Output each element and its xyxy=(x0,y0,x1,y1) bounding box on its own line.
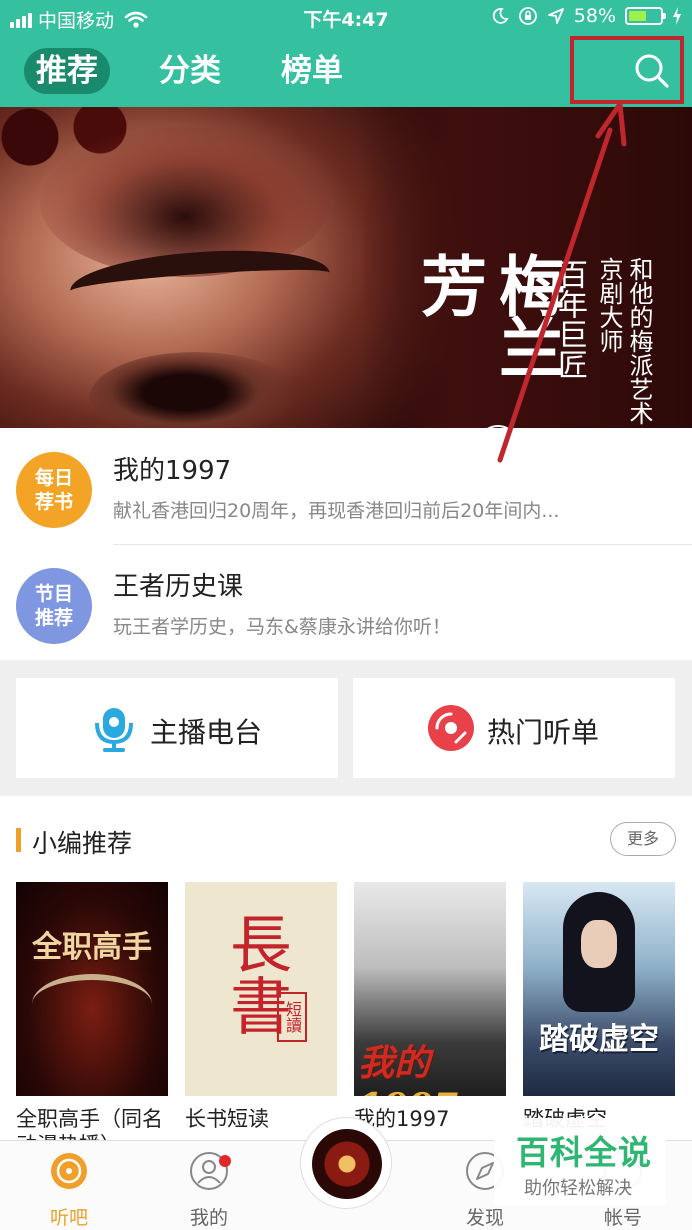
tabbar-label: 听吧 xyxy=(49,1207,88,1229)
location-icon xyxy=(547,8,564,24)
tab-category[interactable]: 分类 xyxy=(147,48,233,94)
hot-playlist-button[interactable]: 热门听单 xyxy=(353,678,675,778)
cover-title: 我的 1997 xyxy=(358,1034,506,1096)
banner-title: 梅兰芳 xyxy=(410,252,566,376)
battery-icon xyxy=(625,7,666,25)
recommend-list: 每日 荐书 我的1997 献礼香港回归20周年，再现香港回归前后20年间内...… xyxy=(0,428,692,660)
book-card[interactable]: 長書 短讀 长书短读 xyxy=(185,882,337,1132)
disc-icon xyxy=(428,705,474,751)
moon-icon xyxy=(492,8,509,24)
list-item-desc: 玩王者学历史，马东&蔡康永讲给你听！ xyxy=(113,616,451,638)
cover-title-b: 1997 xyxy=(358,1086,458,1096)
section-accent-bar xyxy=(16,828,21,852)
watermark-title: 百科全说 xyxy=(516,1133,652,1172)
anchor-radio-label: 主播电台 xyxy=(150,716,263,749)
battery-percent: 58% xyxy=(573,5,616,27)
tabbar-label: 帐号 xyxy=(603,1207,642,1229)
book-card[interactable]: 踏破虚空 踏破虚空 xyxy=(523,882,675,1132)
rotation-lock-icon xyxy=(518,7,537,25)
section-title: 小编推荐 xyxy=(32,829,133,858)
charging-icon xyxy=(673,7,681,25)
cover-stamp: 短讀 xyxy=(277,992,307,1042)
book-card[interactable]: 我的 1997 我的 1997 xyxy=(354,882,506,1132)
book-card[interactable]: 全职高手 全职高手（同名动漫热播） xyxy=(16,882,168,1140)
banner-carousel[interactable]: 梅兰芳 诞辰 百年巨匠 京剧大师 和他的梅派艺术 专题 xyxy=(0,107,692,428)
now-playing-button[interactable] xyxy=(300,1117,392,1209)
battery-level-fill xyxy=(629,11,647,21)
tabbar-item-mine[interactable]: 我的 xyxy=(164,1151,254,1230)
banner-subtitle-3: 和他的梅派艺术 xyxy=(625,257,653,425)
book-cover: 我的 1997 xyxy=(354,882,506,1096)
list-item-desc: 献礼香港回归20周年，再现香港回归前后20年间内... xyxy=(113,500,560,522)
tabbar-item-listen[interactable]: 听吧 xyxy=(24,1151,114,1230)
status-right: 58% xyxy=(491,5,682,27)
watermark-subtitle: 助你轻松解决 xyxy=(524,1178,632,1199)
cover-title: 全职高手 xyxy=(32,930,152,965)
microphone-icon xyxy=(95,708,133,752)
book-cover: 踏破虚空 xyxy=(523,882,675,1096)
book-cover: 全职高手 xyxy=(16,882,168,1096)
badge-line-2: 荐书 xyxy=(34,491,73,513)
cover-character-face xyxy=(581,920,617,968)
tab-ranking[interactable]: 榜单 xyxy=(269,48,355,94)
notification-dot xyxy=(219,1155,231,1167)
list-item-title: 我的1997 xyxy=(113,456,232,486)
cover-title-a: 我的 xyxy=(358,1042,431,1084)
headphone-disc-icon xyxy=(51,1153,87,1189)
more-button[interactable]: 更多 xyxy=(610,822,676,856)
book-title: 全职高手（同名动漫热播） xyxy=(16,1107,163,1140)
badge-line-1: 每日 xyxy=(34,467,73,489)
status-bar: 中国移动 下午4:47 58% xyxy=(0,0,692,34)
badge-line-2: 推荐 xyxy=(34,607,73,629)
list-item-title: 王者历史课 xyxy=(113,572,244,602)
book-cover: 長書 短讀 xyxy=(185,882,337,1096)
top-nav: 推荐 分类 榜单 xyxy=(0,34,692,107)
cover-wing-art xyxy=(32,974,152,1034)
tabbar-label: 发现 xyxy=(465,1207,504,1229)
list-item-program[interactable]: 节目 推荐 王者历史课 玩王者学历史，马东&蔡康永讲给你听！ xyxy=(0,544,692,660)
feature-row: 主播电台 热门听单 xyxy=(0,660,692,796)
tabbar-label: 我的 xyxy=(189,1207,228,1229)
watermark: 百科全说 助你轻松解决 xyxy=(494,1118,666,1206)
banner-eye xyxy=(90,352,300,428)
banner-subtitle-1: 百年巨匠 xyxy=(552,259,587,379)
cover-title: 踏破虚空 xyxy=(539,1022,659,1057)
banner-subtitle-2: 京剧大师 xyxy=(595,257,623,353)
anchor-radio-button[interactable]: 主播电台 xyxy=(16,678,338,778)
daily-book-badge: 每日 荐书 xyxy=(16,452,92,528)
search-button[interactable] xyxy=(570,36,684,104)
now-playing-disc-icon xyxy=(312,1129,382,1199)
editor-picks-section: 小编推荐 更多 全职高手 全职高手（同名动漫热播） 長書 短讀 长书短读 我的 1… xyxy=(0,796,692,1140)
badge-line-1: 节目 xyxy=(34,583,73,605)
hot-playlist-label: 热门听单 xyxy=(487,716,600,749)
program-badge: 节目 推荐 xyxy=(16,568,92,644)
list-item-daily-book[interactable]: 每日 荐书 我的1997 献礼香港回归20周年，再现香港回归前后20年间内... xyxy=(0,428,692,545)
search-icon xyxy=(635,54,669,88)
tab-recommend[interactable]: 推荐 xyxy=(24,48,110,94)
